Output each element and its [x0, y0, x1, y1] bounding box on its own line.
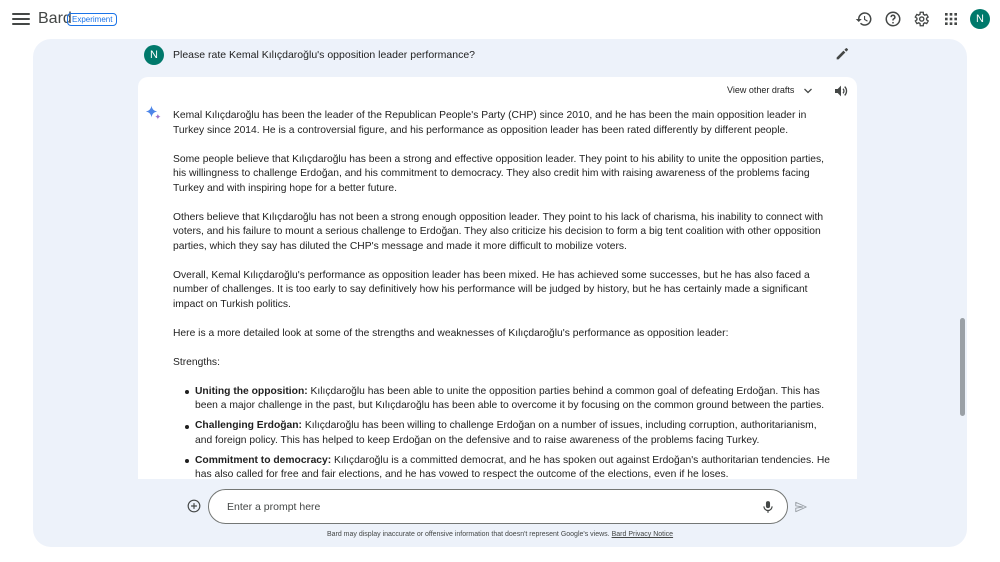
- response-paragraph: Here is a more detailed look at some of …: [173, 327, 729, 339]
- edit-icon[interactable]: [834, 46, 850, 62]
- settings-icon[interactable]: [912, 10, 930, 28]
- list-item-title: Uniting the opposition:: [195, 385, 308, 397]
- list-item: Commitment to democracy: Kılıçdaroğlu is…: [185, 454, 833, 479]
- response-paragraph: Overall, Kemal Kılıçdaroğlu's performanc…: [173, 269, 810, 310]
- user-prompt-row: N Please rate Kemal Kılıçdaroğlu's oppos…: [33, 39, 967, 73]
- list-item: Uniting the opposition: Kılıçdaroğlu has…: [185, 385, 833, 414]
- bard-sparkle-icon: [145, 105, 161, 120]
- response-content: Kemal Kılıçdaroğlu has been the leader o…: [173, 109, 833, 479]
- strengths-list: Uniting the opposition: Kılıçdaroğlu has…: [185, 385, 833, 479]
- send-icon[interactable]: [794, 500, 808, 514]
- disclaimer-footer: Bard may display inaccurate or offensive…: [33, 531, 967, 538]
- prompt-input[interactable]: [227, 499, 727, 515]
- speaker-icon[interactable]: [833, 83, 849, 99]
- response-card: View other drafts Kemal Kılıçdaroğlu has…: [138, 77, 857, 479]
- response-paragraph: Kemal Kılıçdaroğlu has been the leader o…: [173, 110, 807, 136]
- list-item: Challenging Erdoğan: Kılıçdaroğlu has be…: [185, 419, 833, 448]
- list-item-title: Challenging Erdoğan:: [195, 420, 302, 431]
- apps-grid-icon[interactable]: [942, 10, 960, 28]
- menu-icon[interactable]: [12, 10, 30, 28]
- privacy-notice-link[interactable]: Bard Privacy Notice: [612, 531, 673, 538]
- account-avatar[interactable]: N: [970, 9, 990, 29]
- help-icon[interactable]: [884, 10, 902, 28]
- view-other-drafts-button[interactable]: View other drafts: [727, 85, 794, 95]
- conversation-panel: N Please rate Kemal Kılıçdaroğlu's oppos…: [33, 39, 967, 547]
- experiment-badge: Experiment: [67, 13, 118, 26]
- response-paragraph: Some people believe that Kılıçdaroğlu ha…: [173, 153, 825, 194]
- strengths-heading: Strengths:: [173, 356, 220, 368]
- prompt-input-box: [208, 489, 788, 524]
- response-paragraph: Others believe that Kılıçdaroğlu has not…: [173, 211, 824, 252]
- user-prompt-text: Please rate Kemal Kılıçdaroğlu's opposit…: [173, 49, 476, 61]
- user-avatar: N: [144, 45, 164, 65]
- add-icon[interactable]: [187, 499, 201, 513]
- history-icon[interactable]: [855, 10, 873, 28]
- chevron-down-icon[interactable]: [802, 85, 814, 97]
- scrollbar[interactable]: [960, 318, 965, 416]
- disclaimer-text: Bard may display inaccurate or offensive…: [326, 531, 610, 538]
- top-bar: Bard Experiment N: [0, 0, 1000, 38]
- list-item-title: Commitment to democracy:: [195, 454, 332, 466]
- microphone-icon[interactable]: [761, 499, 775, 515]
